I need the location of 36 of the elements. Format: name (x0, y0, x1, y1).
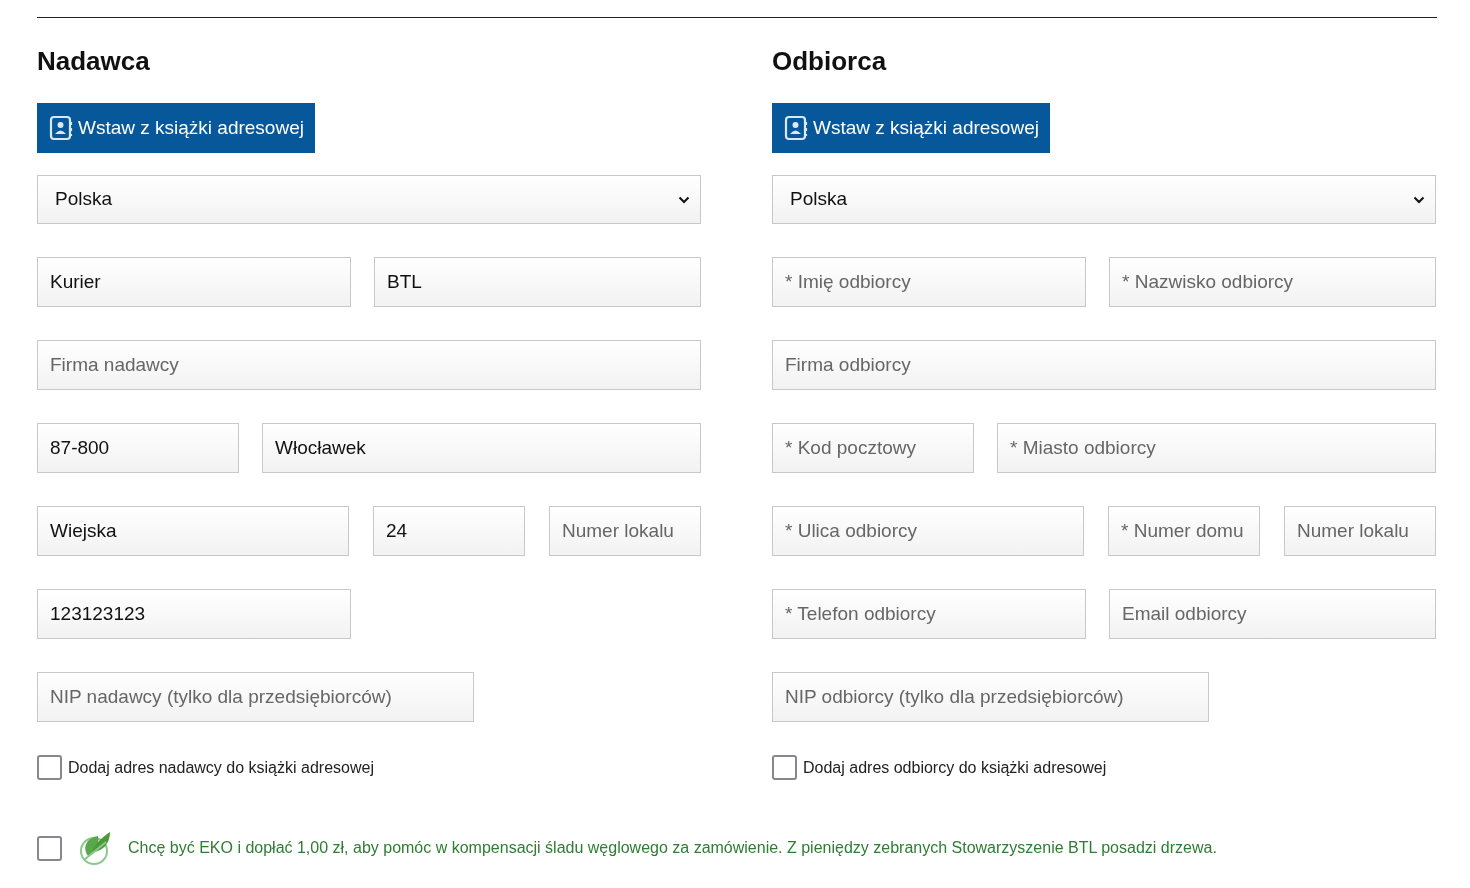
input-field[interactable]: 123123123 (37, 589, 351, 639)
input-field[interactable]: BTL (374, 257, 701, 307)
input-field[interactable]: 87-800 (37, 423, 239, 473)
input-field[interactable]: * Kod pocztowy (772, 423, 974, 473)
input-field[interactable]: Numer lokalu (549, 506, 701, 556)
checkbox[interactable] (37, 755, 62, 780)
section-title: Odbiorca (772, 46, 888, 76)
input-field[interactable]: * Imię odbiorcy (772, 257, 1086, 307)
input-field[interactable]: NIP odbiorcy (tylko dla przedsiębiorców) (772, 672, 1209, 722)
input-field[interactable]: Kurier (37, 257, 351, 307)
input-field[interactable]: * Nazwisko odbiorcy (1109, 257, 1436, 307)
input-field[interactable]: * Ulica odbiorcy (772, 506, 1084, 556)
chevron-down-icon (1413, 195, 1425, 204)
input-field[interactable]: Włocławek (262, 423, 701, 473)
checkbox[interactable] (772, 755, 797, 780)
eco-option-label: Chcę być EKO i dopłać 1,00 zł, aby pomóc w kompensacji śladu węglowego za zamówienie. Z pieniędzy zebranych Stowarzyszenie BTL posadzi drzewa. (128, 838, 1217, 858)
input-field[interactable]: Email odbiorcy (1109, 589, 1436, 639)
checkbox-label: Dodaj adres odbiorcy do książki adresowej (803, 757, 1107, 778)
input-field[interactable]: NIP nadawcy (tylko dla przedsiębiorców) (37, 672, 474, 722)
input-field[interactable]: Wiejska (37, 506, 349, 556)
checkbox[interactable] (37, 835, 62, 861)
input-field[interactable]: * Telefon odbiorcy (772, 589, 1086, 639)
checkbox-label: Dodaj adres nadawcy do książki adresowej (68, 757, 374, 778)
input-field[interactable]: * Numer domu (1108, 506, 1260, 556)
country-select[interactable]: Polska (37, 175, 701, 224)
input-field[interactable]: Firma odbiorcy (772, 340, 1436, 390)
leaf-icon (78, 830, 112, 866)
country-select[interactable]: Polska (772, 175, 1436, 224)
input-field[interactable]: 24 (373, 506, 525, 556)
input-field[interactable]: Numer lokalu (1284, 506, 1436, 556)
section-title: Nadawca (37, 46, 151, 76)
address-book-button[interactable]: Wstaw z książki adresowej (37, 103, 315, 153)
input-field[interactable]: Firma nadawcy (37, 340, 701, 390)
chevron-down-icon (678, 195, 690, 204)
input-field[interactable]: * Miasto odbiorcy (997, 423, 1436, 473)
address-book-button[interactable]: Wstaw z książki adresowej (772, 103, 1050, 153)
